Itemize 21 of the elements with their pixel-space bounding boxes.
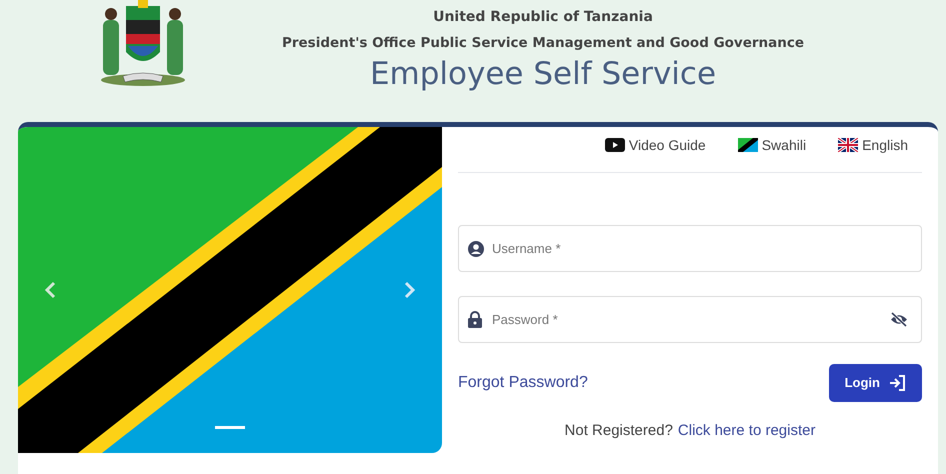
previous-icon[interactable] [44, 281, 56, 299]
play-icon [604, 138, 625, 152]
eye-slash-icon[interactable] [890, 312, 908, 327]
username-field[interactable]: Username * [458, 225, 922, 272]
lock-icon [468, 311, 482, 328]
language-link[interactable]: Swahili [738, 136, 806, 154]
office-name: President's Office Public Service Management and Good Governance [282, 34, 804, 53]
language-link[interactable]: English [838, 136, 908, 154]
login-button[interactable]: Login [828, 364, 922, 402]
forgot-password-link[interactable]: Forgot Password? [458, 371, 588, 395]
register-link[interactable]: Click here to register [678, 420, 816, 442]
next-icon[interactable] [404, 281, 416, 299]
login-icon [888, 374, 906, 392]
register-prompt: Not Registered? [564, 421, 673, 441]
country-name: United Republic of Tanzania [433, 8, 653, 27]
video-guide-link[interactable]: Video Guide [604, 136, 706, 154]
page-title: Employee Self Service [370, 55, 716, 94]
flag-icon [738, 138, 758, 152]
user-icon [468, 240, 484, 256]
password-field[interactable]: Password * [458, 296, 922, 343]
flag-icon [838, 138, 858, 152]
